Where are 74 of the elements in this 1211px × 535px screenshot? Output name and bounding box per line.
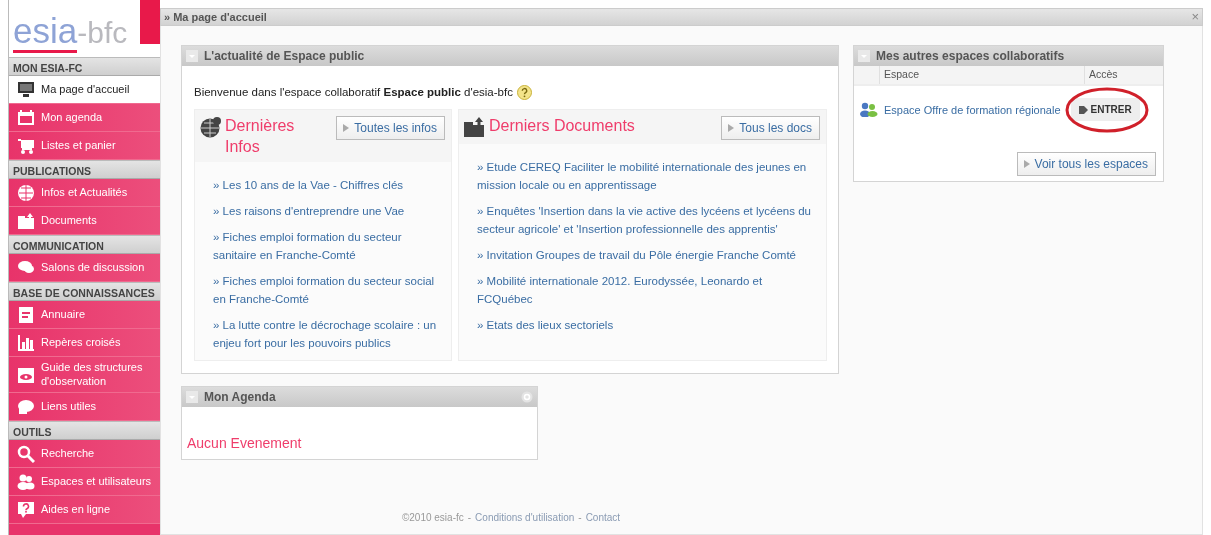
panel-title: Mon Agenda [204, 388, 277, 406]
news-link[interactable]: » Etats des lieux sectoriels [477, 316, 818, 335]
sidebar-section-title: PUBLICATIONS [9, 160, 160, 179]
search-icon [17, 444, 35, 463]
play-icon [343, 124, 350, 133]
news-link[interactable]: » Fiches emploi formation du secteur social en Franche-Comté [213, 271, 443, 308]
folder-icon [463, 116, 485, 139]
sidebar-item[interactable]: Aides en ligne [9, 496, 160, 524]
enter-button[interactable]: ENTRER [1070, 98, 1140, 122]
arrow-icon [1078, 104, 1088, 115]
logo-block [140, 0, 160, 44]
news-link[interactable]: » Etude CEREQ Faciliter le mobilité internationale des jeunes en mission locale ou en apprentissage [477, 158, 818, 195]
sidebar-section-title: OUTILS [9, 421, 160, 440]
refresh-icon [521, 390, 533, 403]
sidebar-section-title: BASE DE CONNAISSANCES [9, 282, 160, 301]
calendar-icon [17, 108, 35, 127]
users-icon [17, 472, 35, 491]
sidebar-item[interactable]: Documents [9, 207, 160, 235]
column-header: Accès [1084, 66, 1163, 84]
bar-chart-icon [17, 333, 35, 352]
close-button[interactable]: × [1191, 7, 1199, 27]
footer-text: ©2010 esia-fc [401, 510, 464, 525]
logo: esia-bfc [11, 10, 130, 51]
sidebar-item[interactable]: Guide des structures d'observation [9, 357, 160, 393]
see-all-button[interactable]: Voir tous les espaces [1016, 151, 1156, 176]
help-icon [17, 500, 35, 519]
address-book-icon [17, 305, 35, 324]
sidebar-item[interactable]: Repères croisés [9, 329, 160, 357]
agenda-empty-text: Aucun Evenement [186, 433, 303, 453]
play-icon [1023, 159, 1030, 168]
news-link[interactable]: » Les 10 ans de la Vae - Chiffres clés [213, 175, 443, 194]
sidebar-item[interactable]: Infos et Actualités [9, 179, 160, 207]
more-button[interactable]: Tous les docs [721, 116, 820, 141]
welcome-text: Bienvenue dans l'espace collaboratif Espace public d'esia-bfc [194, 85, 513, 100]
sidebar-section-title: MON ESIA-FC [9, 57, 160, 76]
play-icon [728, 124, 735, 133]
sidebar-item[interactable]: Espaces et utilisateurs [9, 468, 160, 496]
cart-icon [17, 136, 35, 155]
footer-text: - [578, 510, 582, 525]
footer-text: - [467, 510, 472, 525]
folder-icon [17, 211, 35, 230]
column-header: Espace [879, 66, 1084, 84]
users-icon [860, 102, 878, 118]
news-link[interactable]: » Fiches emploi formation du secteur sanitaire en Franche-Comté [213, 227, 443, 264]
footer-link[interactable]: Contact [585, 509, 621, 525]
collapse-icon [186, 390, 198, 403]
news-link[interactable]: » La lutte contre le décrochage scolaire : un enjeu fort pour les pouvoirs publics [213, 315, 443, 352]
collapse-icon [186, 50, 198, 62]
news-link[interactable]: » Enquêtes 'Insertion dans la vie active des lycéens et lycéens du secteur agricole' et 'Insertion professionnelle des apprentis' [477, 202, 818, 239]
globe-icon [199, 116, 221, 139]
globe-icon [17, 183, 35, 202]
panel-title: L'actualité de Espace public [204, 48, 366, 65]
sidebar-item[interactable]: Listes et panier [9, 132, 160, 160]
help-icon [516, 85, 532, 101]
sidebar-section-title: COMMUNICATION [9, 235, 160, 254]
news-link[interactable]: » Les raisons d'entreprendre une Vae [213, 201, 443, 220]
sidebar-item[interactable]: Salons de discussion [9, 254, 160, 282]
news-link[interactable]: » Mobilité internationale 2012. Eurodyssée, Leonardo et FCQuébec [477, 272, 818, 309]
monitor-icon [17, 80, 35, 99]
sidebar-item[interactable]: Liens utiles [9, 393, 160, 421]
collapse-icon [858, 50, 870, 62]
panel-title: Mes autres espaces collaboratifs [876, 48, 1066, 65]
section-title: Dernières Infos [225, 116, 296, 158]
sidebar-item[interactable]: Mon agenda [9, 104, 160, 132]
space-link[interactable]: Espace Offre de formation régionale [884, 101, 1061, 118]
news-link[interactable]: » Invitation Groupes de travail du Pôle énergie Franche Comté [477, 246, 818, 265]
section-title: Derniers Documents [489, 116, 635, 137]
breadcrumb: » Ma page d'accueil [164, 9, 267, 25]
sidebar-item[interactable]: Ma page d'accueil [9, 76, 160, 104]
sidebar-item[interactable]: Recherche [9, 440, 160, 468]
more-button[interactable]: Toutes les infos [336, 116, 445, 141]
sidebar-item[interactable]: Annuaire [9, 301, 160, 329]
footer-link[interactable]: Conditions d'utilisation [475, 509, 575, 525]
eye-icon [17, 365, 35, 384]
